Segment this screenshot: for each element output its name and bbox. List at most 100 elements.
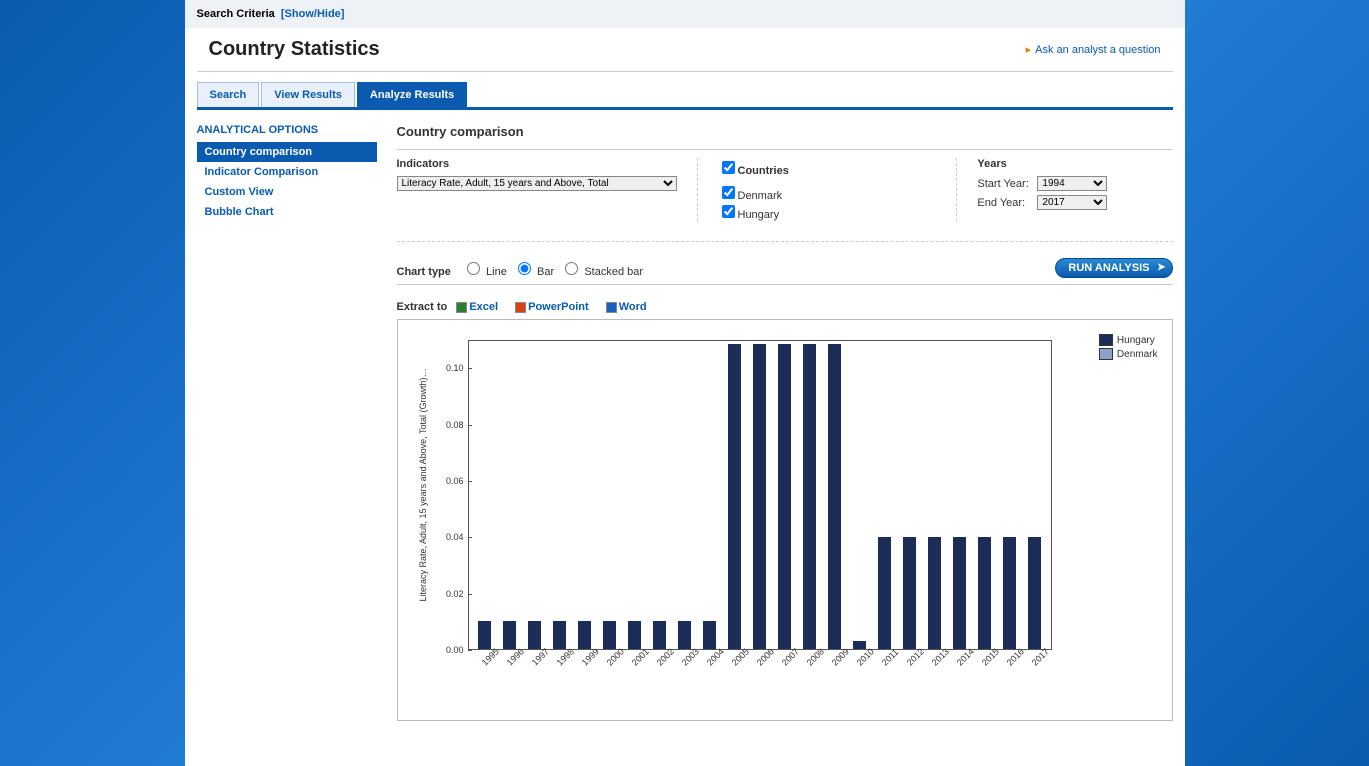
x-tick: 2007 bbox=[780, 646, 801, 667]
countries-label: Countries bbox=[718, 158, 937, 177]
bar-hungary bbox=[853, 641, 866, 649]
bar-hungary bbox=[503, 621, 516, 649]
x-tick: 2005 bbox=[730, 646, 751, 667]
country-hungary-checkbox[interactable] bbox=[722, 205, 735, 218]
bar-slot: 2006 bbox=[747, 341, 772, 649]
bar-hungary bbox=[478, 621, 491, 649]
x-tick: 2010 bbox=[855, 646, 876, 667]
chart-type-bar-radio[interactable] bbox=[518, 262, 531, 275]
bar-slot: 2008 bbox=[797, 341, 822, 649]
x-tick: 2006 bbox=[755, 646, 776, 667]
sidebar-item-custom-view[interactable]: Custom View bbox=[197, 182, 377, 202]
legend: Hungary Denmark bbox=[1099, 334, 1158, 362]
bar-slot: 2010 bbox=[847, 341, 872, 649]
years-label: Years bbox=[977, 158, 1152, 170]
extract-word-link[interactable]: Word bbox=[606, 301, 647, 313]
run-analysis-button[interactable]: RUN ANALYSIS bbox=[1055, 258, 1172, 278]
bar-hungary bbox=[678, 621, 691, 649]
y-tick: 0.06 bbox=[446, 476, 468, 486]
bar-hungary bbox=[603, 621, 616, 649]
indicators-label: Indicators bbox=[397, 158, 677, 170]
bar-hungary bbox=[553, 621, 566, 649]
sidebar-item-bubble-chart[interactable]: Bubble Chart bbox=[197, 202, 377, 222]
x-tick: 2015 bbox=[980, 646, 1001, 667]
bar-slot: 2009 bbox=[822, 341, 847, 649]
x-tick: 2009 bbox=[830, 646, 851, 667]
bar-hungary bbox=[953, 537, 966, 649]
extract-label: Extract to bbox=[397, 301, 448, 313]
page-title: Country Statistics bbox=[209, 38, 380, 61]
end-year-select[interactable]: 2017 bbox=[1037, 195, 1107, 210]
x-tick: 1999 bbox=[580, 646, 601, 667]
country-denmark-label: Denmark bbox=[738, 190, 783, 202]
x-tick: 2003 bbox=[680, 646, 701, 667]
countries-all-checkbox[interactable] bbox=[722, 161, 735, 174]
bar-hungary bbox=[578, 621, 591, 649]
bar-slot: 2001 bbox=[622, 341, 647, 649]
country-hungary-label: Hungary bbox=[738, 209, 780, 221]
extract-ppt-link[interactable]: PowerPoint bbox=[515, 301, 589, 313]
x-tick: 1998 bbox=[555, 646, 576, 667]
indicators-select[interactable]: Literacy Rate, Adult, 15 years and Above… bbox=[397, 176, 677, 191]
show-hide-link[interactable]: [Show/Hide] bbox=[281, 8, 345, 20]
bar-slot: 2015 bbox=[972, 341, 997, 649]
end-year-label: End Year: bbox=[977, 197, 1037, 209]
x-tick: 2011 bbox=[880, 647, 901, 668]
bar-hungary bbox=[628, 621, 641, 649]
bar-hungary bbox=[978, 537, 991, 649]
sidebar-heading: ANALYTICAL OPTIONS bbox=[197, 124, 377, 136]
x-tick: 2001 bbox=[630, 646, 651, 667]
tab-analyze-results[interactable]: Analyze Results bbox=[357, 82, 467, 107]
x-tick: 2012 bbox=[905, 646, 926, 667]
y-tick: 0.10 bbox=[446, 363, 468, 373]
search-criteria-label: Search Criteria bbox=[197, 8, 275, 20]
extract-excel-link[interactable]: Excel bbox=[456, 301, 498, 313]
panel-title: Country comparison bbox=[397, 124, 1173, 150]
x-tick: 2004 bbox=[705, 646, 726, 667]
x-tick: 1997 bbox=[530, 646, 551, 667]
country-denmark-checkbox[interactable] bbox=[722, 186, 735, 199]
plot-area: 1995199619971998199920002001200220032004… bbox=[468, 340, 1052, 650]
bar-slot: 2005 bbox=[722, 341, 747, 649]
chart-type-line-radio[interactable] bbox=[467, 262, 480, 275]
bar-hungary bbox=[778, 344, 791, 649]
x-tick: 2008 bbox=[805, 646, 826, 667]
start-year-select[interactable]: 1994 bbox=[1037, 176, 1107, 191]
y-tick: 0.04 bbox=[446, 532, 468, 542]
x-tick: 2017 bbox=[1030, 646, 1051, 667]
y-tick: 0.02 bbox=[446, 589, 468, 599]
x-tick: 2013 bbox=[930, 646, 951, 667]
bar-slot: 2011 bbox=[872, 341, 897, 649]
legend-hungary: Hungary bbox=[1117, 335, 1155, 346]
x-tick: 2014 bbox=[955, 646, 976, 667]
bar-hungary bbox=[728, 344, 741, 649]
y-axis-label: Literacy Rate, Adult, 15 years and Above… bbox=[418, 360, 428, 610]
bar-hungary bbox=[753, 344, 766, 649]
bar-slot: 2004 bbox=[697, 341, 722, 649]
bar-slot: 2017 bbox=[1022, 341, 1047, 649]
bar-slot: 2014 bbox=[947, 341, 972, 649]
start-year-label: Start Year: bbox=[977, 178, 1037, 190]
powerpoint-icon bbox=[515, 302, 526, 313]
legend-swatch-denmark bbox=[1099, 348, 1113, 360]
tabs: Search View Results Analyze Results bbox=[197, 82, 1173, 110]
x-tick: 2016 bbox=[1005, 646, 1026, 667]
ask-analyst-link[interactable]: Ask an analyst a question bbox=[1026, 43, 1161, 56]
bar-slot: 2002 bbox=[647, 341, 672, 649]
bar-hungary bbox=[653, 621, 666, 649]
tab-search[interactable]: Search bbox=[197, 82, 260, 107]
sidebar-item-country-comparison[interactable]: Country comparison bbox=[197, 142, 377, 162]
tab-view-results[interactable]: View Results bbox=[261, 82, 355, 107]
bar-hungary bbox=[903, 537, 916, 649]
x-tick: 2002 bbox=[655, 646, 676, 667]
bar-slot: 1995 bbox=[472, 341, 497, 649]
legend-denmark: Denmark bbox=[1117, 349, 1158, 360]
sidebar-item-indicator-comparison[interactable]: Indicator Comparison bbox=[197, 162, 377, 182]
bar-hungary bbox=[1028, 537, 1041, 649]
chart-type-stacked-radio[interactable] bbox=[565, 262, 578, 275]
bar-slot: 2000 bbox=[597, 341, 622, 649]
bar-slot: 2012 bbox=[897, 341, 922, 649]
x-tick: 1996 bbox=[505, 646, 526, 667]
y-tick: 0.00 bbox=[446, 645, 468, 655]
bar-hungary bbox=[878, 537, 891, 649]
